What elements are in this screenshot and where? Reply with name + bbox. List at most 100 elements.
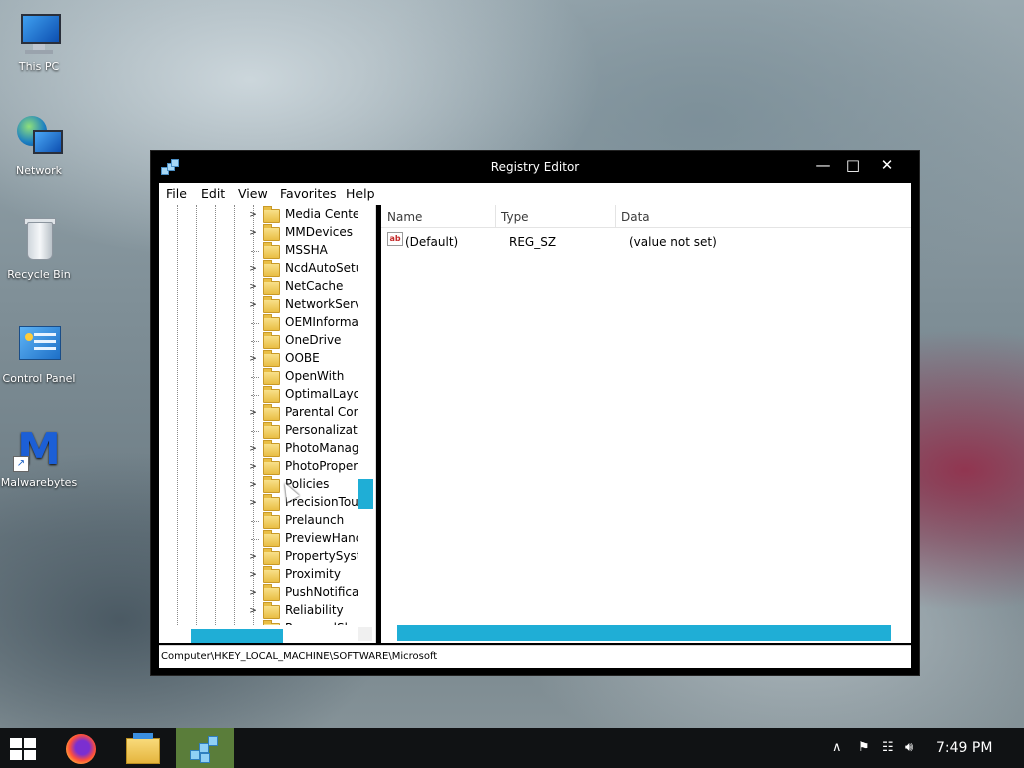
tree-horizontal-scrollbar-thumb[interactable]: [191, 629, 283, 643]
taskbar: ∧ ⚑ ☷ 🔊︎ 7:49 PM: [0, 728, 1024, 768]
expand-arrow-icon[interactable]: >: [248, 407, 258, 419]
desktop-icon-label: Control Panel: [2, 372, 76, 385]
start-button[interactable]: [10, 738, 38, 760]
column-header-data[interactable]: Data: [615, 205, 910, 227]
expand-arrow-icon[interactable]: >: [248, 497, 258, 509]
tree-item-label: Prelaunch: [285, 513, 345, 527]
taskbar-firefox[interactable]: [52, 728, 110, 768]
tree-item[interactable]: OpenWith: [159, 368, 358, 386]
tree-item-label: MSSHA: [285, 243, 328, 257]
folder-icon: [263, 332, 280, 349]
file-explorer-icon: [126, 733, 160, 764]
scrollbar-corner: [358, 627, 372, 641]
menu-view[interactable]: View: [238, 186, 268, 201]
tree-horizontal-scrollbar[interactable]: [159, 625, 375, 643]
registry-editor-icon: [190, 734, 220, 763]
tree-item[interactable]: > PhotoProperty: [159, 458, 358, 476]
values-horizontal-scrollbar-thumb[interactable]: [397, 625, 891, 641]
tree-vertical-scrollbar-thumb[interactable]: [358, 479, 373, 509]
expand-arrow-icon[interactable]: >: [248, 299, 258, 311]
expand-arrow-icon[interactable]: >: [248, 227, 258, 239]
menu-help[interactable]: Help: [346, 186, 375, 201]
folder-icon: [263, 422, 280, 439]
tree-item[interactable]: PreviewHandle: [159, 530, 358, 548]
folder-icon: [263, 368, 280, 385]
value-name: (Default): [405, 235, 459, 249]
tree-item[interactable]: > NetCache: [159, 278, 358, 296]
desktop-icon-this-pc[interactable]: This PC: [0, 10, 78, 73]
tree-connector: [251, 539, 259, 540]
expand-arrow-icon[interactable]: >: [248, 263, 258, 275]
tree-item[interactable]: > OOBE: [159, 350, 358, 368]
desktop-icon-network[interactable]: Network: [0, 114, 78, 177]
tree-item[interactable]: > PropertySyster: [159, 548, 358, 566]
folder-icon: [263, 224, 280, 241]
volume-icon[interactable]: 🔊︎: [905, 740, 913, 755]
tree-view[interactable]: > Media Center > MMDevices MSSHA > NcdAutoSetu…: [159, 205, 358, 625]
expand-arrow-icon[interactable]: >: [248, 443, 258, 455]
value-row[interactable]: ab (Default) REG_SZ (value not set): [381, 231, 911, 251]
column-header-label: Data: [621, 210, 650, 224]
tree-item-label: Personalization: [285, 423, 358, 437]
maximize-button[interactable]: □: [839, 155, 867, 175]
network-tray-icon[interactable]: ☷: [882, 740, 894, 755]
menu-edit[interactable]: Edit: [201, 186, 225, 201]
expand-arrow-icon[interactable]: >: [248, 587, 258, 599]
tree-item[interactable]: > Parental Contr: [159, 404, 358, 422]
taskbar-clock[interactable]: 7:49 PM: [936, 740, 992, 756]
folder-icon: [263, 386, 280, 403]
title-bar[interactable]: Registry Editor — □ ✕: [151, 151, 919, 183]
tree-item[interactable]: > Proximity: [159, 566, 358, 584]
show-hidden-icons-chevron-icon[interactable]: ∧: [832, 740, 842, 755]
column-header-label: Type: [501, 210, 529, 224]
tree-item[interactable]: Prelaunch: [159, 512, 358, 530]
desktop-icon-label: Network: [16, 164, 62, 177]
tree-item[interactable]: >PrecisionTouch: [159, 494, 358, 512]
expand-arrow-icon[interactable]: >: [248, 569, 258, 581]
expand-arrow-icon[interactable]: >: [248, 281, 258, 293]
minimize-button[interactable]: —: [809, 155, 837, 175]
folder-icon: [263, 530, 280, 547]
tree-item[interactable]: > Policies: [159, 476, 358, 494]
tree-item[interactable]: Personalization: [159, 422, 358, 440]
expand-arrow-icon[interactable]: >: [248, 461, 258, 473]
tree-item[interactable]: > Reliability: [159, 602, 358, 620]
status-bar: Computer\HKEY_LOCAL_MACHINE\SOFTWARE\Mic…: [159, 645, 911, 668]
folder-icon: [263, 278, 280, 295]
close-button[interactable]: ✕: [873, 155, 901, 175]
menu-file[interactable]: File: [166, 186, 187, 201]
expand-arrow-icon[interactable]: >: [248, 209, 258, 221]
tree-item[interactable]: > PushNotificatic: [159, 584, 358, 602]
values-pane[interactable]: Name Type Data ab (Default) REG_SZ (valu…: [381, 205, 911, 643]
tree-item[interactable]: MSSHA: [159, 242, 358, 260]
desktop-icon-control-panel[interactable]: Control Panel: [0, 322, 78, 385]
desktop-icon-recycle-bin[interactable]: Recycle Bin: [0, 218, 78, 281]
column-header-name[interactable]: Name: [381, 205, 496, 227]
tree-item[interactable]: OptimalLayout: [159, 386, 358, 404]
expand-arrow-icon[interactable]: >: [248, 605, 258, 617]
tree-item[interactable]: > Media Center: [159, 206, 358, 224]
tree-item-label: OptimalLayout: [285, 387, 358, 401]
menu-favorites[interactable]: Favorites: [280, 186, 336, 201]
tree-connector: [251, 377, 259, 378]
folder-icon: [263, 260, 280, 277]
tree-item[interactable]: > NetworkServic: [159, 296, 358, 314]
expand-arrow-icon[interactable]: >: [248, 551, 258, 563]
expand-arrow-icon[interactable]: >: [248, 479, 258, 491]
desktop-icon-malwarebytes[interactable]: M ↗ Malwarebytes: [0, 426, 78, 490]
tree-item[interactable]: > MMDevices: [159, 224, 358, 242]
tree-pane[interactable]: > Media Center > MMDevices MSSHA > NcdAutoSetu…: [159, 205, 376, 643]
taskbar-registry-editor[interactable]: [176, 728, 234, 768]
tree-item[interactable]: > PhotoManage: [159, 440, 358, 458]
action-center-flag-icon[interactable]: ⚑: [858, 740, 870, 755]
taskbar-file-explorer[interactable]: [112, 728, 170, 768]
desktop-icon-label: Malwarebytes: [0, 476, 78, 489]
tree-item[interactable]: OneDrive: [159, 332, 358, 350]
string-value-icon: ab: [387, 232, 403, 246]
window-title: Registry Editor: [490, 160, 580, 174]
expand-arrow-icon[interactable]: >: [248, 353, 258, 365]
column-header-type[interactable]: Type: [495, 205, 616, 227]
firefox-icon: [66, 734, 96, 764]
tree-item[interactable]: OEMInformatic: [159, 314, 358, 332]
tree-item[interactable]: > NcdAutoSetup: [159, 260, 358, 278]
